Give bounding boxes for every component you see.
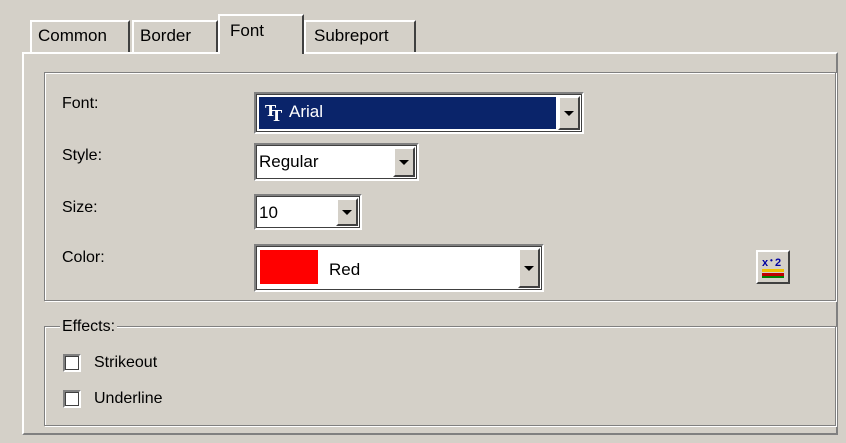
font-combobox[interactable]: TT Arial <box>254 92 584 134</box>
tab-font[interactable]: Font <box>218 14 304 54</box>
svg-text:•: • <box>770 256 773 265</box>
color-value: Red <box>329 260 361 279</box>
size-label: Size: <box>62 199 98 216</box>
chevron-down-icon <box>399 160 409 165</box>
truetype-font-icon: TT <box>265 102 283 125</box>
underline-checkbox[interactable] <box>63 390 81 408</box>
svg-text:x: x <box>762 257 769 269</box>
svg-text:2: 2 <box>775 257 781 269</box>
chevron-down-icon <box>524 266 534 271</box>
size-combobox[interactable]: 10 <box>254 194 362 230</box>
style-dropdown-button[interactable] <box>393 147 415 177</box>
font-combobox-value: TT Arial <box>259 97 556 129</box>
strikeout-checkbox[interactable] <box>63 354 81 372</box>
effects-caption: Effects: <box>60 317 118 337</box>
style-label: Style: <box>62 147 103 164</box>
font-value: Arial <box>289 102 324 121</box>
color-combobox[interactable]: Red <box>254 244 544 292</box>
chevron-down-icon <box>342 210 352 215</box>
tab-border[interactable]: Border <box>132 20 218 52</box>
underline-label[interactable]: Underline <box>94 389 162 409</box>
color-label: Color: <box>62 249 105 266</box>
font-dropdown-button[interactable] <box>558 96 580 130</box>
strikeout-label[interactable]: Strikeout <box>94 353 157 373</box>
font-properties-dialog: Common Border Subreport Font Font: TT Ar… <box>0 0 846 443</box>
style-value: Regular <box>259 152 319 171</box>
custom-color-button[interactable]: x • 2 <box>756 250 790 284</box>
chevron-down-icon <box>564 111 574 116</box>
size-value: 10 <box>259 203 278 222</box>
size-dropdown-button[interactable] <box>336 198 358 226</box>
tab-common[interactable]: Common <box>30 20 130 52</box>
style-combobox[interactable]: Regular <box>254 143 419 181</box>
effects-groupbox <box>44 326 836 426</box>
color-dropdown-button[interactable] <box>518 248 540 288</box>
custom-color-icon: x • 2 <box>762 256 784 278</box>
tab-subreport[interactable]: Subreport <box>304 20 416 52</box>
font-label: Font: <box>62 95 99 112</box>
